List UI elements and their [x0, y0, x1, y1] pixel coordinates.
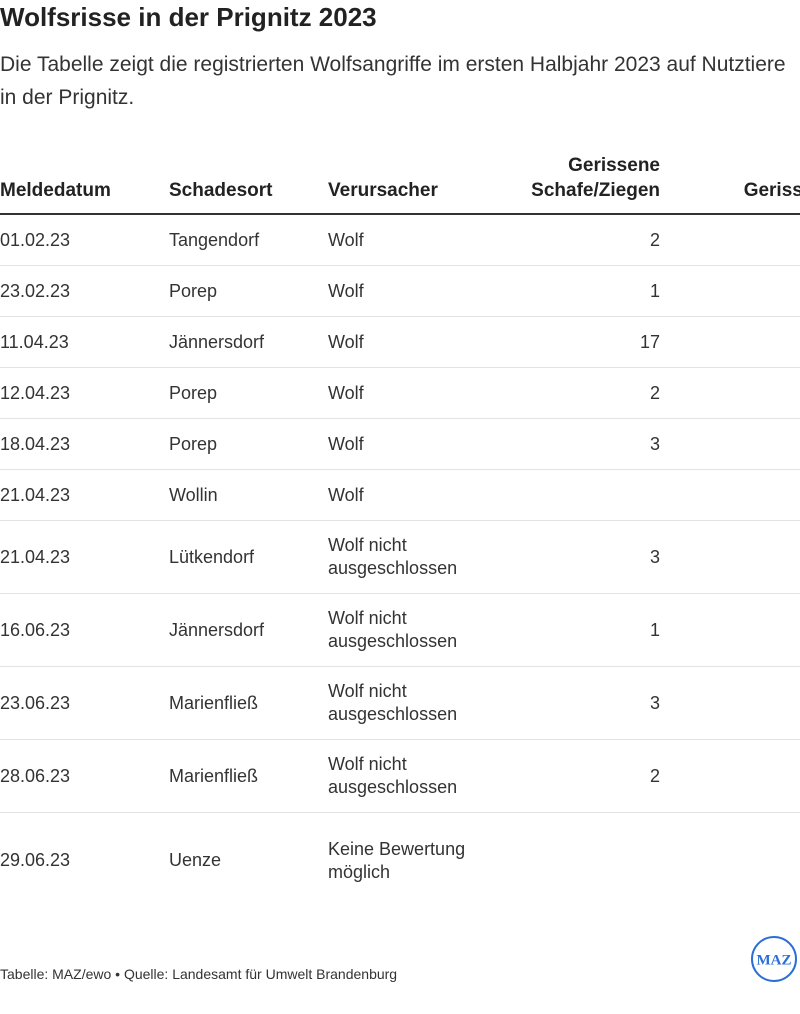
cell-sheep	[508, 813, 660, 909]
cell-sheep	[508, 469, 660, 521]
cell-sheep: 2	[508, 214, 660, 266]
cell-place: Jännersdorf	[169, 316, 328, 368]
cell-calves	[660, 418, 800, 470]
cell-cause: Keine Bewertung möglich	[328, 838, 466, 882]
header-kaelber: Gerissene Kälber	[660, 148, 800, 215]
cell-date: 21.04.23	[0, 469, 169, 521]
logo-text: MAZ	[757, 953, 792, 969]
cell-calves: 1	[660, 469, 800, 521]
table-row: 11.04.23 Jännersdorf Wolf 17	[0, 316, 800, 368]
table-row: 21.04.23 Lütkendorf Wolf nicht ausgeschl…	[0, 520, 800, 594]
page-title: Wolfsrisse in der Prignitz 2023	[0, 2, 377, 32]
table-row: 21.04.23 Wollin Wolf 1	[0, 469, 800, 521]
cell-date: 18.04.23	[0, 418, 169, 470]
header-meldedatum: Meldedatum	[0, 148, 169, 215]
cell-sheep: 3	[508, 666, 660, 740]
cell-cause: Wolf nicht ausgeschlossen	[328, 666, 508, 740]
cell-date: 21.04.23	[0, 520, 169, 594]
cell-place: Tangendorf	[169, 214, 328, 266]
cell-date: 29.06.23	[0, 850, 71, 870]
table-row: 01.02.23 Tangendorf Wolf 2	[0, 214, 800, 266]
cell-sheep: 3	[508, 520, 660, 594]
cell-calves	[660, 214, 800, 266]
cell-cause: Wolf nicht ausgeschlossen	[328, 520, 508, 594]
cell-place: Marienfließ	[169, 666, 328, 740]
cell-sheep: 3	[508, 418, 660, 470]
cell-place: Lütkendorf	[169, 520, 328, 594]
table-row: 28.06.23 Marienfließ Wolf nicht ausgesch…	[0, 739, 800, 813]
cell-calves	[660, 520, 800, 594]
cell-cause: Wolf	[328, 367, 508, 419]
table-row: 29.06.23 Uenze Keine Bewertung möglich 1	[0, 813, 800, 909]
cell-calves	[660, 666, 800, 740]
cell-cause: Wolf nicht ausgeschlossen	[328, 739, 508, 813]
cell-cause: Wolf	[328, 214, 508, 266]
cell-date: 23.06.23	[0, 666, 169, 740]
source-footer: Tabelle: MAZ/ewo • Quelle: Landesamt für…	[0, 966, 398, 982]
cell-calves	[660, 739, 800, 813]
header-verursacher: Verursacher	[328, 148, 508, 215]
data-table: Meldedatum Schadesort Verursacher Geriss…	[0, 148, 800, 908]
cell-cause: Wolf	[328, 469, 508, 521]
cell-date: 28.06.23	[0, 739, 169, 813]
cell-cause: Wolf	[328, 418, 508, 470]
cell-sheep: 2	[508, 739, 660, 813]
cell-place: Porep	[169, 367, 328, 419]
cell-sheep: 1	[508, 593, 660, 667]
table-row: 23.02.23 Porep Wolf 1	[0, 265, 800, 317]
cell-calves	[660, 367, 800, 419]
cell-cause: Wolf nicht ausgeschlossen	[328, 593, 508, 667]
cell-place: Wollin	[169, 469, 328, 521]
table-row: 18.04.23 Porep Wolf 3	[0, 418, 800, 470]
cell-date: 11.04.23	[0, 316, 169, 368]
cell-sheep: 1	[508, 265, 660, 317]
page-subtitle: Die Tabelle zeigt die registrierten Wolf…	[0, 53, 786, 109]
data-table-container[interactable]: Meldedatum Schadesort Verursacher Geriss…	[0, 148, 800, 908]
cell-place: Jännersdorf	[169, 593, 328, 667]
cell-sheep: 17	[508, 316, 660, 368]
cell-place: Porep	[169, 265, 328, 317]
cell-cause: Wolf	[328, 316, 508, 368]
cell-place: Porep	[169, 418, 328, 470]
cell-calves	[660, 593, 800, 667]
cell-place: Uenze	[169, 850, 222, 870]
cell-date: 12.04.23	[0, 367, 169, 419]
cell-calves	[660, 265, 800, 317]
header-schafe-ziegen: Gerissene Schafe/Ziegen	[508, 148, 660, 215]
table-row: 12.04.23 Porep Wolf 2	[0, 367, 800, 419]
header-schadesort: Schadesort	[169, 148, 328, 215]
table-header-row: Meldedatum Schadesort Verursacher Geriss…	[0, 148, 800, 215]
cell-place: Marienfließ	[169, 739, 328, 813]
cell-date: 23.02.23	[0, 265, 169, 317]
table-row: 16.06.23 Jännersdorf Wolf nicht ausgesch…	[0, 593, 800, 667]
cell-calves	[660, 316, 800, 368]
cell-date: 01.02.23	[0, 214, 169, 266]
cell-calves: 1	[660, 813, 800, 909]
cell-date: 16.06.23	[0, 593, 169, 667]
table-row: 23.06.23 Marienfließ Wolf nicht ausgesch…	[0, 666, 800, 740]
cell-cause: Wolf	[328, 265, 508, 317]
maz-logo-icon[interactable]: MAZ	[750, 935, 798, 983]
cell-sheep: 2	[508, 367, 660, 419]
